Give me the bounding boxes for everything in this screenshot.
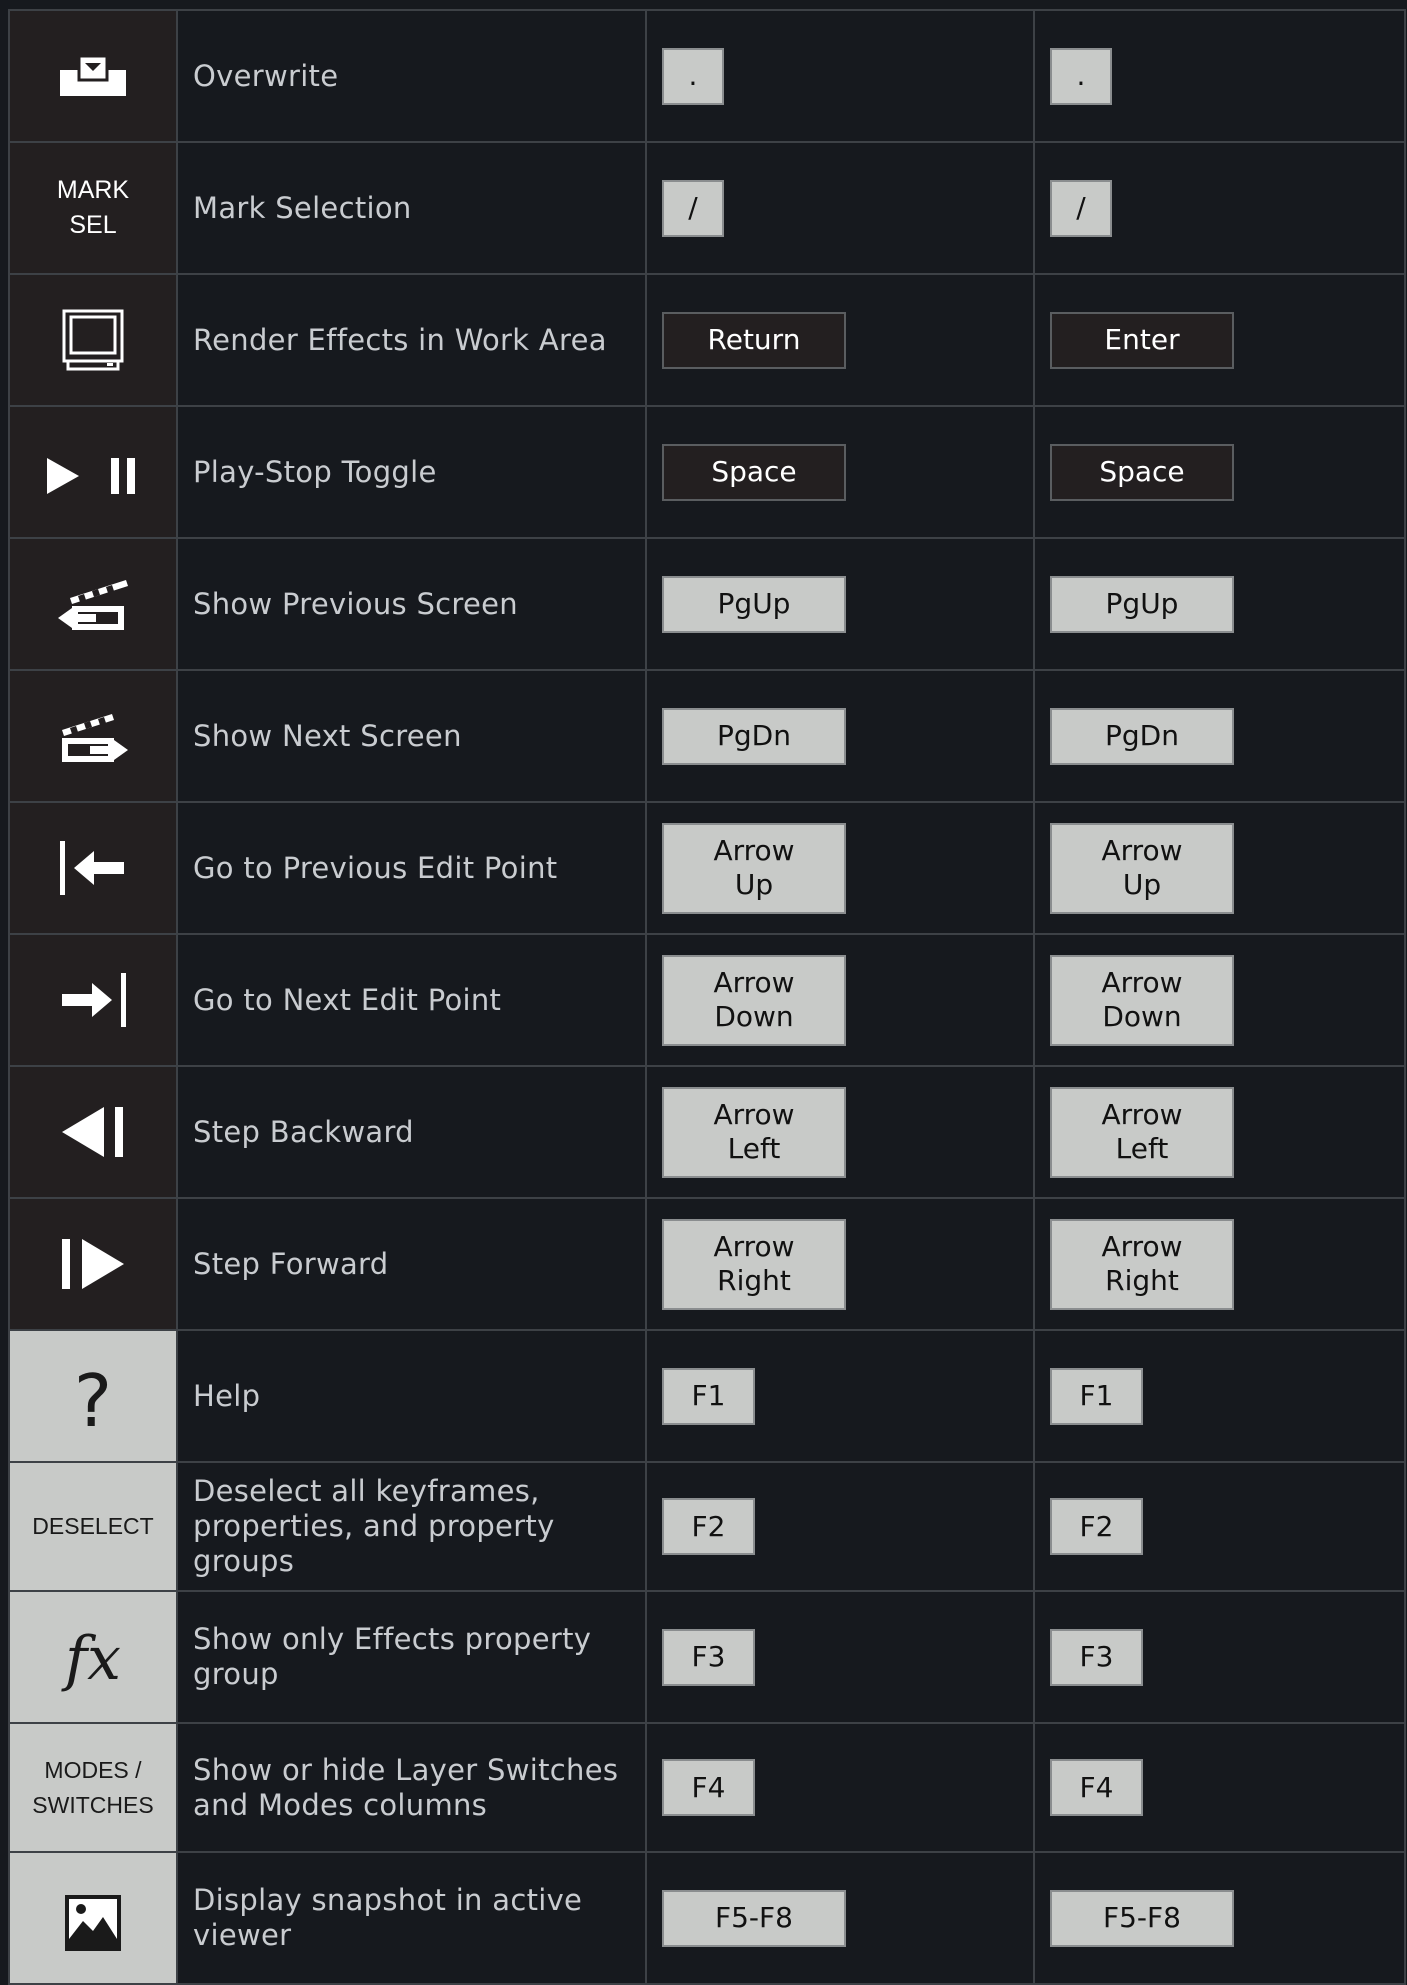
- table-row: Overwrite . .: [10, 11, 1406, 143]
- key-windows: F2: [662, 1498, 755, 1555]
- next-edit-point-icon: [10, 935, 178, 1067]
- deselect-label-icon: DESELECT: [10, 1463, 178, 1592]
- shortcut-description: Overwrite: [178, 11, 647, 143]
- clapper-right-icon: [10, 671, 178, 803]
- shortcut-table: Overwrite . . MARK SEL Mark Selection / …: [8, 9, 1406, 1985]
- modes-switches-label-icon: MODES / SWITCHES: [10, 1724, 178, 1853]
- shortcut-description: Display snapshot in active viewer: [178, 1853, 647, 1985]
- key-mac: Arrow Down: [1050, 954, 1234, 1046]
- table-row: Play-Stop Toggle Space Space: [10, 407, 1406, 539]
- key-windows: /: [662, 179, 724, 237]
- key-windows: Return: [662, 311, 846, 369]
- key-windows: F5-F8: [662, 1889, 846, 1947]
- step-backward-icon: [10, 1067, 178, 1199]
- shortcut-description: Show or hide Layer Switches and Modes co…: [178, 1724, 647, 1853]
- key-windows: PgUp: [662, 575, 846, 633]
- key-mac: F4: [1050, 1759, 1143, 1816]
- table-row: fx Show only Effects property group F3 F…: [10, 1592, 1406, 1724]
- key-windows: Arrow Up: [662, 822, 846, 914]
- shortcut-description: Play-Stop Toggle: [178, 407, 647, 539]
- shortcut-description: Deselect all keyframes, properties, and …: [178, 1463, 647, 1592]
- table-row: DESELECT Deselect all keyframes, propert…: [10, 1463, 1406, 1592]
- key-mac: Space: [1050, 443, 1234, 501]
- table-row: Show Previous Screen PgUp PgUp: [10, 539, 1406, 671]
- clapper-left-icon: [10, 539, 178, 671]
- key-windows: .: [662, 47, 724, 105]
- monitor-icon: [10, 275, 178, 407]
- key-windows: F1: [662, 1367, 755, 1425]
- table-row: Step Forward Arrow Right Arrow Right: [10, 1199, 1406, 1331]
- key-windows: Space: [662, 443, 846, 501]
- mark-sel-label-icon: MARK SEL: [10, 143, 178, 275]
- key-mac: Enter: [1050, 311, 1234, 369]
- shortcut-description: Show Previous Screen: [178, 539, 647, 671]
- shortcut-description: Show Next Screen: [178, 671, 647, 803]
- table-row: ? Help F1 F1: [10, 1331, 1406, 1463]
- step-forward-icon: [10, 1199, 178, 1331]
- snapshot-image-icon: [10, 1853, 178, 1985]
- shortcut-description: Help: [178, 1331, 647, 1463]
- key-windows: Arrow Left: [662, 1086, 846, 1178]
- shortcut-description: Mark Selection: [178, 143, 647, 275]
- key-windows: Arrow Right: [662, 1218, 846, 1310]
- key-mac: Arrow Up: [1050, 822, 1234, 914]
- shortcut-description: Render Effects in Work Area: [178, 275, 647, 407]
- table-row: Render Effects in Work Area Return Enter: [10, 275, 1406, 407]
- key-windows: F3: [662, 1628, 755, 1686]
- key-mac: .: [1050, 47, 1112, 105]
- table-row: MODES / SWITCHES Show or hide Layer Swit…: [10, 1724, 1406, 1853]
- table-row: Display snapshot in active viewer F5-F8 …: [10, 1853, 1406, 1985]
- key-windows: PgDn: [662, 707, 846, 765]
- shortcut-description: Show only Effects property group: [178, 1592, 647, 1724]
- previous-edit-point-icon: [10, 803, 178, 935]
- shortcut-description: Go to Previous Edit Point: [178, 803, 647, 935]
- overwrite-icon: [10, 11, 178, 143]
- table-row: Show Next Screen PgDn PgDn: [10, 671, 1406, 803]
- shortcut-description: Step Backward: [178, 1067, 647, 1199]
- key-mac: /: [1050, 179, 1112, 237]
- key-mac: PgDn: [1050, 707, 1234, 765]
- key-mac: Arrow Left: [1050, 1086, 1234, 1178]
- key-windows: Arrow Down: [662, 954, 846, 1046]
- help-question-icon: ?: [10, 1331, 178, 1463]
- fx-icon: fx: [10, 1592, 178, 1724]
- key-mac: F1: [1050, 1367, 1143, 1425]
- table-row: Go to Previous Edit Point Arrow Up Arrow…: [10, 803, 1406, 935]
- table-row: Go to Next Edit Point Arrow Down Arrow D…: [10, 935, 1406, 1067]
- shortcut-description: Step Forward: [178, 1199, 647, 1331]
- shortcut-description: Go to Next Edit Point: [178, 935, 647, 1067]
- key-mac: F5-F8: [1050, 1889, 1234, 1947]
- key-mac: F3: [1050, 1628, 1143, 1686]
- key-windows: F4: [662, 1759, 755, 1816]
- play-pause-icon: [10, 407, 178, 539]
- key-mac: Arrow Right: [1050, 1218, 1234, 1310]
- table-row: Step Backward Arrow Left Arrow Left: [10, 1067, 1406, 1199]
- table-row: MARK SEL Mark Selection / /: [10, 143, 1406, 275]
- key-mac: F2: [1050, 1498, 1143, 1555]
- key-mac: PgUp: [1050, 575, 1234, 633]
